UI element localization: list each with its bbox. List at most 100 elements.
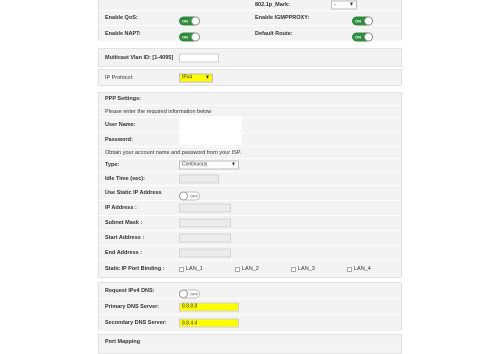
napt-toggle-state: ON <box>182 34 188 39</box>
ppp-title: PPP Settings: <box>105 96 141 102</box>
wan-settings-page: 802.1p_Mark: - ▼ Enable QoS: ON Enable I… <box>0 0 500 354</box>
idle-time-label: Idle Time (sec): <box>105 175 145 182</box>
type-value: Continuous <box>182 161 208 168</box>
dns-panel: Request IPv4 DNS: OFF Primary DNS Server… <box>98 282 402 331</box>
secondary-dns-input[interactable] <box>179 318 239 328</box>
static-ip-label: Use Static IP Address <box>105 190 162 196</box>
idle-row: Idle Time (sec): <box>99 172 401 186</box>
type-select[interactable]: Continuous ▼ <box>179 160 239 170</box>
ip-address-label: IP Address : <box>105 205 137 211</box>
lan1-checkbox[interactable]: LAN_1 <box>179 266 203 272</box>
toggle-knob <box>179 289 188 298</box>
toggle-knob <box>191 16 200 25</box>
napt-route-row: Enable NAPT: ON Default Route: ON <box>99 26 401 41</box>
username-input[interactable] <box>179 116 242 133</box>
protocol-panel: IP Protocol: IPv4 ▼ <box>98 69 402 86</box>
primary-dns-label: Primary DNS Server: <box>105 303 160 310</box>
type-row: Type: Continuous ▼ <box>99 159 401 172</box>
port-mapping-title: Port Mapping <box>105 339 141 345</box>
subnet-mask-label: Subnet Mask : <box>105 220 143 226</box>
secondary-dns-label: Secondary DNS Server: <box>105 320 167 326</box>
toggle-knob <box>191 32 200 41</box>
checkbox-box <box>347 266 352 272</box>
port-binding-row: Static IP Port Binding : LAN_1 LAN_2 LAN… <box>99 261 401 277</box>
checkbox-box <box>291 266 296 272</box>
qos-igmp-row: Enable QoS: ON Enable IGMPPROXY: ON <box>99 11 401 26</box>
start-address-input[interactable] <box>179 233 231 243</box>
toggle-knob <box>179 191 188 200</box>
igmp-toggle[interactable]: ON <box>352 16 373 25</box>
static-ip-row: Use Static IP Address OFF <box>99 186 401 201</box>
request-dns-toggle-state: OFF <box>190 291 198 296</box>
static-ip-toggle[interactable]: OFF <box>179 191 200 200</box>
chevron-down-icon: ▼ <box>205 74 210 80</box>
multicast-vlan-input[interactable] <box>179 53 219 62</box>
mark-value: - <box>334 1 336 7</box>
ppp-title-row: PPP Settings: <box>99 93 401 106</box>
protocol-row: IP Protocol: IPv4 ▼ <box>99 70 401 85</box>
qos-toggle[interactable]: ON <box>179 16 200 25</box>
ip-address-input[interactable] <box>179 203 231 213</box>
multicast-label: Multicast Vlan ID: [1-4095] <box>105 54 174 61</box>
subnet-row: Subnet Mask : <box>99 216 401 231</box>
ip-protocol-label: IP Protocol: <box>105 74 134 81</box>
subnet-mask-input[interactable] <box>179 218 231 228</box>
ppp-hint-row: Please enter the required information be… <box>99 106 401 118</box>
end-address-input[interactable] <box>179 248 231 258</box>
lan2-label: LAN_2 <box>242 266 259 272</box>
enable-qos-label: Enable QoS: <box>105 15 138 21</box>
toggle-knob <box>364 32 373 41</box>
request-dns-toggle[interactable]: OFF <box>179 289 200 298</box>
mark-label: 802.1p_Mark: <box>255 1 290 8</box>
chevron-down-icon: ▼ <box>231 161 236 168</box>
port-binding-label: Static IP Port Binding : <box>105 266 165 272</box>
default-route-label: Default Route: <box>255 30 293 37</box>
qos-toggle-state: ON <box>182 18 188 23</box>
qos-panel: 802.1p_Mark: - ▼ Enable QoS: ON Enable I… <box>98 0 402 41</box>
chevron-down-icon: ▼ <box>349 1 354 7</box>
primary-dns-input[interactable] <box>179 302 239 311</box>
username-row: User Name: <box>99 116 401 133</box>
igmp-toggle-state: ON <box>355 18 361 23</box>
start-address-label: Start Address : <box>105 235 145 241</box>
password-label: Password: <box>105 136 133 143</box>
idle-time-input[interactable] <box>179 174 219 183</box>
request-dns-row: Request IPv4 DNS: OFF <box>99 283 401 299</box>
request-dns-label: Request IPv4 DNS: <box>105 287 155 294</box>
default-route-toggle[interactable]: ON <box>352 32 373 41</box>
napt-toggle[interactable]: ON <box>179 32 200 41</box>
lan3-checkbox[interactable]: LAN_3 <box>291 266 315 272</box>
multicast-panel: Multicast Vlan ID: [1-4095] <box>98 48 402 67</box>
password-input[interactable] <box>179 133 242 145</box>
lan4-checkbox[interactable]: LAN_4 <box>347 266 371 272</box>
end-address-label: End Address : <box>105 250 143 256</box>
checkbox-box <box>235 266 240 272</box>
port-mapping-title-row: Port Mapping <box>99 335 401 349</box>
primary-dns-row: Primary DNS Server: <box>99 299 401 315</box>
enable-napt-label: Enable NAPT: <box>105 30 141 37</box>
default-route-toggle-state: ON <box>355 34 361 39</box>
secondary-dns-row: Secondary DNS Server: <box>99 315 401 331</box>
lan2-checkbox[interactable]: LAN_2 <box>235 266 259 272</box>
username-label: User Name: <box>105 122 136 128</box>
ip-protocol-select[interactable]: IPv4 ▼ <box>179 73 213 82</box>
mark-select[interactable]: - ▼ <box>331 0 357 9</box>
ip-protocol-value: IPv4 <box>182 74 193 80</box>
end-address-row: End Address : <box>99 246 401 261</box>
start-address-row: Start Address : <box>99 231 401 246</box>
lan3-label: LAN_3 <box>298 266 315 272</box>
lan1-label: LAN_1 <box>186 266 203 272</box>
type-label: Type: <box>105 162 120 168</box>
ppp-hint: Please enter the required information be… <box>105 108 212 115</box>
ip-address-row: IP Address : <box>99 201 401 216</box>
multicast-row: Multicast Vlan ID: [1-4095] <box>99 49 401 66</box>
static-ip-toggle-state: OFF <box>190 193 198 198</box>
port-mapping-panel: Port Mapping <box>98 334 402 354</box>
checkbox-box <box>179 266 184 272</box>
mark-row: 802.1p_Mark: - ▼ <box>99 0 401 11</box>
toggle-knob <box>364 16 373 25</box>
obtain-hint-row: Obtain your account name and password fr… <box>99 147 401 159</box>
ppp-panel: PPP Settings: Please enter the required … <box>98 92 402 278</box>
enable-igmp-label: Enable IGMPPROXY: <box>255 15 310 21</box>
lan4-label: LAN_4 <box>354 266 371 272</box>
